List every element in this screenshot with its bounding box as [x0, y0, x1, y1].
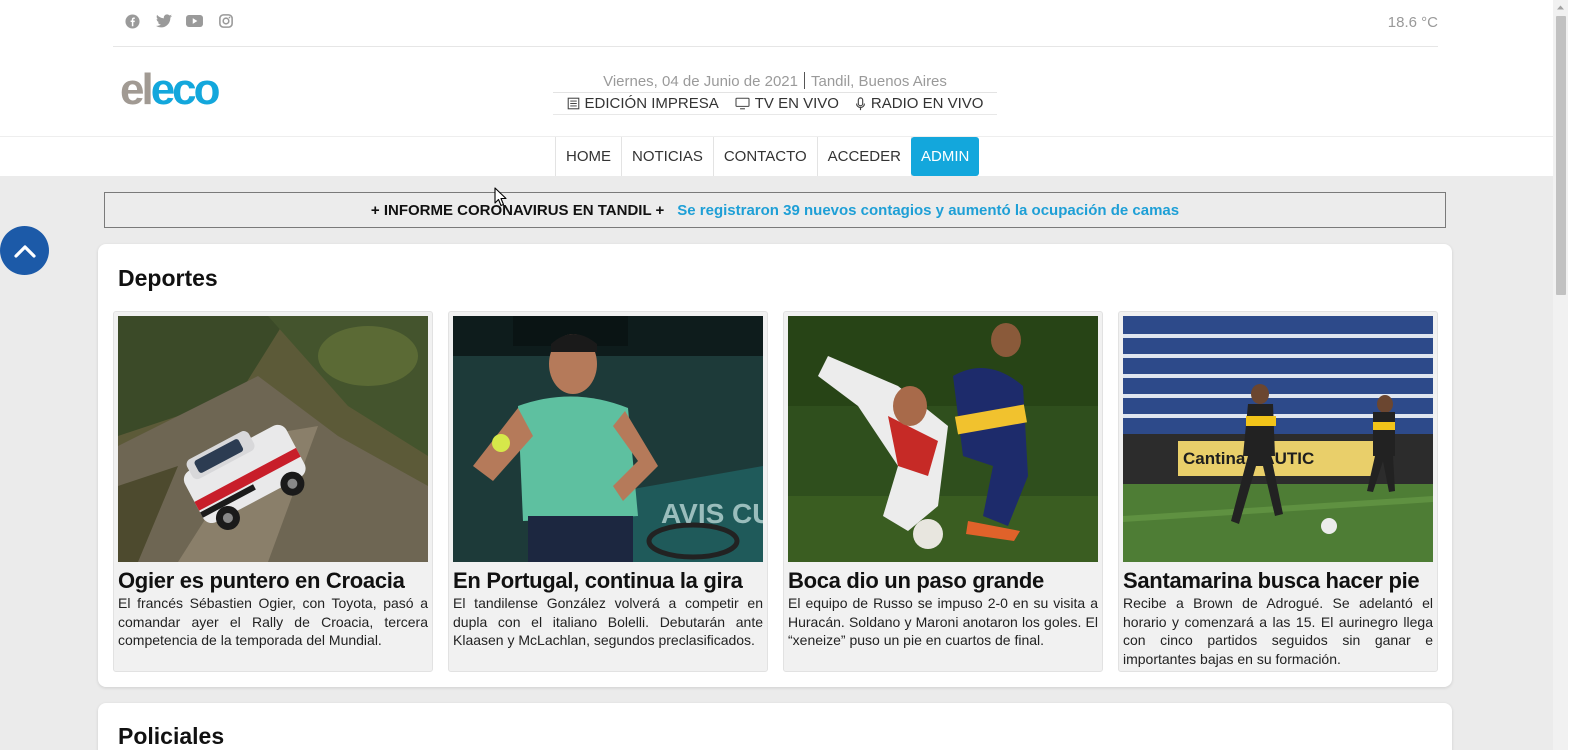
scroll-up-arrow-icon[interactable] — [1553, 0, 1568, 15]
article-card[interactable]: Cantina NAUTIC Santamarina busca hacer p… — [1118, 311, 1438, 672]
nav-acceder[interactable]: ACCEDER — [816, 137, 912, 176]
facebook-icon[interactable] — [123, 12, 142, 30]
social-links — [123, 12, 235, 30]
instagram-icon[interactable] — [216, 12, 235, 30]
main-nav-bar: HOME NOTICIAS CONTACTO ACCEDER ADMIN — [0, 136, 1553, 176]
header-info: Viernes, 04 de Junio de 2021 Tandil, Buen… — [553, 72, 997, 115]
article-card[interactable]: Boca dio un paso grande El equipo de Rus… — [783, 311, 1103, 672]
ticker-tag: + INFORME CORONAVIRUS EN TANDIL + — [370, 201, 665, 219]
section-policiales: Policiales — [98, 703, 1452, 750]
article-headline[interactable]: Santamarina busca hacer pie — [1123, 568, 1433, 594]
nav-noticias[interactable]: NOTICIAS — [621, 137, 713, 176]
article-summary: El tandilense González volverá a competi… — [453, 595, 763, 649]
radio-live-label: RADIO EN VIVO — [870, 95, 984, 112]
vertical-scrollbar[interactable] — [1553, 0, 1568, 750]
print-edition-label: EDICIÓN IMPRESA — [584, 95, 719, 112]
radio-live-link[interactable]: RADIO EN VIVO — [855, 95, 984, 112]
logo-part-el: el — [120, 65, 154, 114]
article-headline[interactable]: En Portugal, continua la gira — [453, 568, 763, 594]
print-edition-link[interactable]: EDICIÓN IMPRESA — [567, 95, 719, 112]
section-deportes: Deportes Ogier es puntero en Croacia El … — [98, 244, 1452, 687]
mouse-pointer-icon — [494, 187, 507, 212]
chevron-up-icon — [13, 244, 36, 258]
article-list: Ogier es puntero en Croacia El francés S… — [113, 311, 1438, 672]
twitter-icon[interactable] — [154, 12, 173, 30]
tv-live-label: TV EN VIVO — [754, 95, 839, 112]
microphone-icon — [855, 96, 865, 110]
section-title: Policiales — [118, 723, 225, 749]
location: Tandil, Buenos Aires — [810, 73, 947, 90]
nav-contacto[interactable]: CONTACTO — [712, 137, 817, 176]
article-summary: El equipo de Russo se impuso 2-0 en su v… — [788, 595, 1098, 649]
article-image-football-santamarina[interactable]: Cantina NAUTIC — [1123, 316, 1433, 562]
svg-text:AVIS CU: AVIS CU — [661, 498, 763, 529]
article-image-tennis[interactable]: AVIS CU — [453, 316, 763, 562]
article-summary: El francés Sébastien Ogier, con Toyota, … — [118, 595, 428, 649]
logo-part-eco: eco — [150, 65, 221, 114]
temperature: 18.6 °C — [1387, 14, 1438, 31]
page-edge — [1568, 0, 1593, 750]
main-nav: HOME NOTICIAS CONTACTO ACCEDER ADMIN — [555, 137, 980, 176]
article-headline[interactable]: Ogier es puntero en Croacia — [118, 568, 428, 594]
divider — [803, 72, 805, 89]
tv-live-link[interactable]: TV EN VIVO — [735, 95, 839, 112]
newspaper-icon — [567, 97, 579, 110]
nav-admin[interactable]: ADMIN — [910, 137, 980, 176]
top-bar: 18.6 °C — [113, 0, 1438, 47]
article-image-football-boca[interactable] — [788, 316, 1098, 562]
article-card[interactable]: Ogier es puntero en Croacia El francés S… — [113, 311, 433, 672]
quick-links: EDICIÓN IMPRESA TV EN VIVO RADIO EN VIVO — [553, 95, 997, 115]
article-summary: Recibe a Brown de Adrogué. Se adelantó e… — [1123, 595, 1433, 668]
scrollbar-thumb[interactable] — [1556, 16, 1566, 295]
section-title: Deportes — [118, 265, 218, 291]
monitor-icon — [735, 97, 750, 110]
article-card[interactable]: AVIS CU En Portugal, continua la gira El… — [448, 311, 768, 672]
ticker-headline-link[interactable]: Se registraron 39 nuevos contagios y aum… — [677, 202, 1179, 219]
news-ticker: + INFORME CORONAVIRUS EN TANDIL + Se reg… — [104, 192, 1446, 228]
scroll-to-top-button[interactable] — [0, 226, 49, 275]
article-headline[interactable]: Boca dio un paso grande — [788, 568, 1098, 594]
youtube-icon[interactable] — [185, 12, 204, 30]
site-logo[interactable]: eleco — [120, 65, 221, 114]
nav-home[interactable]: HOME — [555, 137, 621, 176]
current-date: Viernes, 04 de Junio de 2021 — [603, 73, 798, 90]
article-image-rally[interactable] — [118, 316, 428, 562]
dateline: Viernes, 04 de Junio de 2021 Tandil, Buen… — [553, 72, 997, 93]
